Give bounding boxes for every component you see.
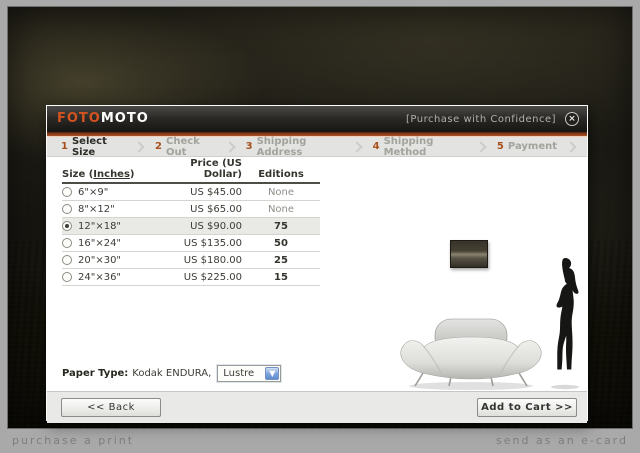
- purchase-confidence-label: [Purchase with Confidence]: [406, 114, 556, 125]
- size-header-text: Size (: [62, 169, 93, 180]
- chevron-separator-icon: [224, 141, 235, 152]
- chevron-separator-icon: [475, 141, 486, 152]
- step-number: 4: [373, 141, 380, 152]
- size-row-20x30[interactable]: 20"×30" US $180.00 25: [62, 252, 320, 269]
- editions-value: None: [242, 187, 320, 198]
- page-bottom-bar: purchase a print send as an e-card: [0, 429, 640, 453]
- step-number: 3: [246, 141, 253, 152]
- chevron-separator-icon: [133, 141, 144, 152]
- size-row-16x24[interactable]: 16"×24" US $135.00 50: [62, 235, 320, 252]
- editions-value: 75: [242, 221, 320, 232]
- size-table: Size (Inches) Price (US Dollar) Editions…: [62, 169, 320, 286]
- couch-illustration: [399, 317, 543, 391]
- close-icon[interactable]: ×: [565, 112, 579, 126]
- checkout-step-tabs: 1 Select Size 2 Check Out 3 Shipping Add…: [47, 136, 587, 157]
- size-value: 8"×12": [78, 204, 115, 215]
- price-value: US $225.00: [172, 272, 242, 283]
- size-header-text: ): [130, 169, 135, 180]
- dialog-footer: << Back Add to Cart >>: [47, 391, 587, 423]
- logo-foto-text: FOTO: [57, 111, 101, 126]
- size-row-12x18[interactable]: 12"×18" US $90.00 75: [62, 218, 320, 235]
- radio-button[interactable]: [62, 204, 72, 214]
- step-number: 5: [497, 141, 504, 152]
- dialog-content: Size (Inches) Price (US Dollar) Editions…: [47, 157, 587, 391]
- step-label: Payment: [508, 141, 557, 152]
- step-label: Select Size: [72, 136, 125, 158]
- price-value: US $135.00: [172, 238, 242, 249]
- dropdown-arrow-icon: ▼: [265, 367, 279, 380]
- radio-button[interactable]: [62, 272, 72, 282]
- dialog-header: FOTOMOTO [Purchase with Confidence] ×: [47, 106, 587, 132]
- paper-type-label: Paper Type:: [62, 368, 128, 379]
- step-label: Shipping Method: [384, 136, 467, 158]
- person-silhouette: [547, 257, 587, 390]
- send-ecard-link[interactable]: send as an e-card: [496, 434, 628, 447]
- step-number: 1: [61, 141, 68, 152]
- inches-link[interactable]: Inches: [93, 169, 130, 180]
- radio-button[interactable]: [62, 255, 72, 265]
- tab-shipping-address[interactable]: 3 Shipping Address: [246, 136, 343, 158]
- chevron-separator-icon: [565, 141, 576, 152]
- chevron-separator-icon: [351, 141, 362, 152]
- radio-button[interactable]: [62, 238, 72, 248]
- editions-value: None: [242, 204, 320, 215]
- editions-column-header: Editions: [242, 169, 320, 180]
- size-column-header: Size (Inches): [62, 169, 172, 180]
- print-size-preview-image: [450, 240, 488, 268]
- purchase-dialog: FOTOMOTO [Purchase with Confidence] × 1 …: [46, 105, 588, 421]
- tab-select-size[interactable]: 1 Select Size: [61, 136, 125, 158]
- paper-type-row: Paper Type: Kodak ENDURA, Lustre ▼: [62, 365, 281, 382]
- size-value: 24"×36": [78, 272, 121, 283]
- header-right: [Purchase with Confidence] ×: [406, 112, 579, 126]
- tab-check-out[interactable]: 2 Check Out: [155, 136, 216, 158]
- back-button[interactable]: << Back: [61, 398, 161, 417]
- radio-button[interactable]: [62, 221, 72, 231]
- size-value: 6"×9": [78, 187, 108, 198]
- paper-brand-label: Kodak ENDURA,: [132, 368, 211, 379]
- fotomoto-logo: FOTOMOTO: [57, 106, 149, 132]
- purchase-a-print-link[interactable]: purchase a print: [12, 434, 134, 447]
- tab-shipping-method[interactable]: 4 Shipping Method: [373, 136, 467, 158]
- selected-finish-value: Lustre: [223, 368, 254, 379]
- size-row-24x36[interactable]: 24"×36" US $225.00 15: [62, 269, 320, 286]
- step-label: Shipping Address: [257, 136, 343, 158]
- price-column-header: Price (US Dollar): [172, 158, 242, 180]
- editions-value: 15: [242, 272, 320, 283]
- size-row-6x9[interactable]: 6"×9" US $45.00 None: [62, 184, 320, 201]
- size-value: 20"×30": [78, 255, 121, 266]
- step-label: Check Out: [166, 136, 216, 158]
- size-value: 16"×24": [78, 238, 121, 249]
- add-to-cart-button[interactable]: Add to Cart >>: [477, 398, 577, 417]
- tab-payment[interactable]: 5 Payment: [497, 141, 557, 152]
- size-value: 12"×18": [78, 221, 121, 232]
- price-value: US $65.00: [172, 204, 242, 215]
- price-value: US $45.00: [172, 187, 242, 198]
- editions-value: 25: [242, 255, 320, 266]
- paper-finish-select[interactable]: Lustre ▼: [217, 365, 281, 382]
- price-value: US $180.00: [172, 255, 242, 266]
- logo-moto-text: MOTO: [101, 111, 149, 126]
- step-number: 2: [155, 141, 162, 152]
- radio-button[interactable]: [62, 187, 72, 197]
- size-row-8x12[interactable]: 8"×12" US $65.00 None: [62, 201, 320, 218]
- editions-value: 50: [242, 238, 320, 249]
- price-value: US $90.00: [172, 221, 242, 232]
- size-table-header: Size (Inches) Price (US Dollar) Editions: [62, 169, 320, 184]
